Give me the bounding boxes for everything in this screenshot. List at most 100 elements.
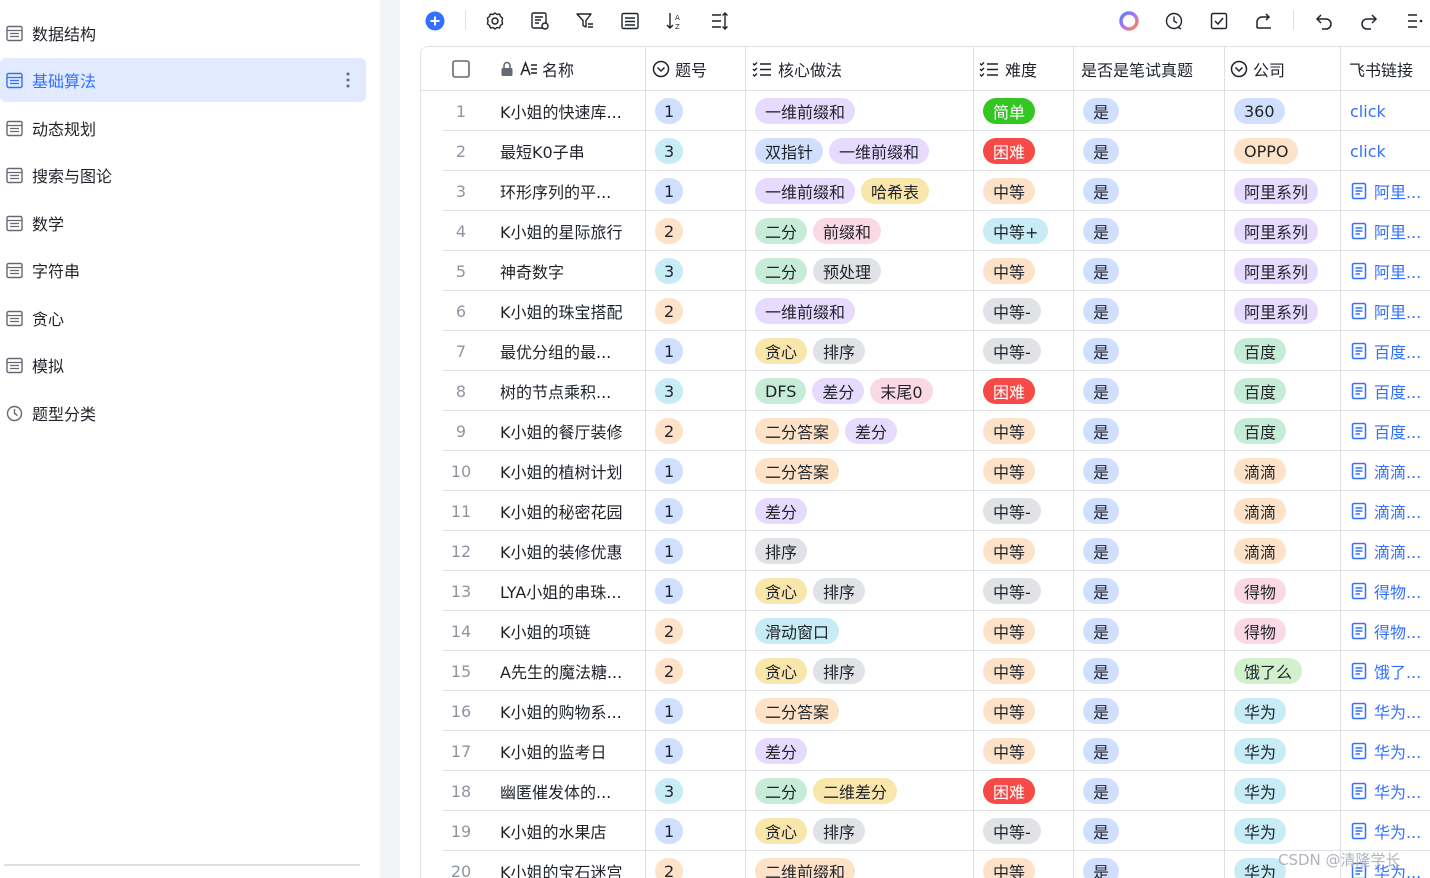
- sidebar-scrollbar[interactable]: [4, 864, 360, 866]
- cell-name[interactable]: K小姐的水果店: [500, 811, 640, 851]
- sidebar-item[interactable]: 模拟: [0, 343, 366, 387]
- cell-company[interactable]: 得物: [1234, 611, 1338, 651]
- cell-exam[interactable]: 是: [1083, 731, 1221, 771]
- cell-difficulty[interactable]: 中等: [983, 171, 1071, 211]
- feishu-link[interactable]: 阿里...: [1350, 259, 1421, 283]
- cell-link[interactable]: 华为...: [1350, 771, 1430, 811]
- cell-link[interactable]: 华为...: [1350, 691, 1430, 731]
- feishu-link[interactable]: 华为...: [1350, 699, 1421, 723]
- cell-link[interactable]: 阿里...: [1350, 251, 1430, 291]
- cell-company[interactable]: 阿里系列: [1234, 251, 1338, 291]
- cell-number[interactable]: 2: [655, 411, 741, 451]
- cell-difficulty[interactable]: 中等: [983, 651, 1071, 691]
- cell-link[interactable]: 滴滴...: [1350, 491, 1430, 531]
- table-row[interactable]: 8 树的节点乘积... 3 DFS 差分 末尾0 困难 是 百度 百度...: [421, 371, 1430, 411]
- cell-company[interactable]: 华为: [1234, 771, 1338, 811]
- undo-icon[interactable]: [1312, 9, 1336, 33]
- cell-exam[interactable]: 是: [1083, 771, 1221, 811]
- cell-company[interactable]: 360: [1234, 91, 1338, 131]
- feishu-link[interactable]: 滴滴...: [1350, 539, 1421, 563]
- sidebar-item[interactable]: 基础算法: [0, 58, 366, 102]
- cell-company[interactable]: 阿里系列: [1234, 211, 1338, 251]
- cell-number[interactable]: 1: [655, 731, 741, 771]
- cell-company[interactable]: 百度: [1234, 371, 1338, 411]
- cell-number[interactable]: 3: [655, 771, 741, 811]
- column-header-company[interactable]: 公司: [1230, 47, 1340, 91]
- cell-name[interactable]: K小姐的宝石迷宫: [500, 851, 640, 878]
- cell-exam[interactable]: 是: [1083, 611, 1221, 651]
- cell-difficulty[interactable]: 中等-: [983, 811, 1071, 851]
- cell-exam[interactable]: 是: [1083, 171, 1221, 211]
- cell-company[interactable]: 华为: [1234, 691, 1338, 731]
- cell-name[interactable]: K小姐的监考日: [500, 731, 640, 771]
- cell-link[interactable]: 得物...: [1350, 571, 1430, 611]
- cell-number[interactable]: 1: [655, 491, 741, 531]
- feishu-link[interactable]: 百度...: [1350, 339, 1421, 363]
- table-row[interactable]: 18 幽匿催发体的... 3 二分 二维差分 困难是华为 华为...: [421, 771, 1430, 811]
- sort-icon[interactable]: AZ: [663, 9, 687, 33]
- cell-method[interactable]: 贪心 排序: [755, 331, 971, 371]
- feishu-link[interactable]: 阿里...: [1350, 179, 1421, 203]
- checklist-icon[interactable]: [1207, 9, 1231, 33]
- cell-name[interactable]: 神奇数字: [500, 251, 640, 291]
- cell-method[interactable]: 二分答案: [755, 691, 971, 731]
- cell-difficulty[interactable]: 中等: [983, 851, 1071, 878]
- feishu-link[interactable]: click: [1350, 102, 1386, 121]
- feishu-link[interactable]: 华为...: [1350, 779, 1421, 803]
- table-row[interactable]: 12 K小姐的装修优惠 1 排序 中等 是 滴滴 滴滴...: [421, 531, 1430, 571]
- sidebar-item[interactable]: 数据结构: [0, 11, 366, 55]
- ai-icon[interactable]: [1117, 9, 1141, 33]
- cell-exam[interactable]: 是: [1083, 811, 1221, 851]
- cell-company[interactable]: 华为: [1234, 811, 1338, 851]
- cell-method[interactable]: 二分 二维差分: [755, 771, 971, 811]
- cell-name[interactable]: 最优分组的最...: [500, 331, 640, 371]
- cell-link[interactable]: 百度...: [1350, 331, 1430, 371]
- cell-method[interactable]: 二分 前缀和: [755, 211, 971, 251]
- cell-number[interactable]: 2: [655, 291, 741, 331]
- column-header-link[interactable]: 飞书链接: [1349, 47, 1430, 91]
- cell-link[interactable]: 滴滴...: [1350, 451, 1430, 491]
- table-row[interactable]: 6 K小姐的珠宝搭配 2 一维前缀和 中等- 是 阿里系列 阿里...: [421, 291, 1430, 331]
- cell-exam[interactable]: 是: [1083, 571, 1221, 611]
- cell-difficulty[interactable]: 中等: [983, 411, 1071, 451]
- cell-method[interactable]: 贪心 排序: [755, 811, 971, 851]
- feishu-link[interactable]: click: [1350, 142, 1386, 161]
- group-icon[interactable]: [618, 9, 642, 33]
- cell-difficulty[interactable]: 中等: [983, 451, 1071, 491]
- cell-name[interactable]: K小姐的星际旅行: [500, 211, 640, 251]
- feishu-link[interactable]: 阿里...: [1350, 219, 1421, 243]
- column-header-method[interactable]: 核心做法: [752, 47, 972, 91]
- sidebar-item[interactable]: 贪心: [0, 296, 366, 340]
- cell-name[interactable]: K小姐的装修优惠: [500, 531, 640, 571]
- table-row[interactable]: 3 环形序列的平... 1 一维前缀和 哈希表 中等是阿里系列 阿里...: [421, 171, 1430, 211]
- cell-company[interactable]: 阿里系列: [1234, 291, 1338, 331]
- cell-number[interactable]: 1: [655, 91, 741, 131]
- cell-link[interactable]: 滴滴...: [1350, 531, 1430, 571]
- cell-number[interactable]: 1: [655, 811, 741, 851]
- cell-method[interactable]: 差分: [755, 491, 971, 531]
- cell-company[interactable]: 滴滴: [1234, 451, 1338, 491]
- table-row[interactable]: 17 K小姐的监考日 1 差分 中等 是 华为 华为...: [421, 731, 1430, 771]
- table-row[interactable]: 7 最优分组的最... 1 贪心 排序 中等- 是百度 百度...: [421, 331, 1430, 371]
- row-height-icon[interactable]: [708, 9, 732, 33]
- share-icon[interactable]: [1252, 9, 1276, 33]
- feishu-link[interactable]: 得物...: [1350, 579, 1421, 603]
- cell-name[interactable]: K小姐的秘密花园: [500, 491, 640, 531]
- cell-exam[interactable]: 是: [1083, 491, 1221, 531]
- cell-link[interactable]: 百度...: [1350, 411, 1430, 451]
- cell-exam[interactable]: 是: [1083, 691, 1221, 731]
- sidebar-item[interactable]: 搜索与图论: [0, 153, 366, 197]
- cell-company[interactable]: 百度: [1234, 331, 1338, 371]
- cell-method[interactable]: 双指针 一维前缀和: [755, 131, 971, 171]
- cell-company[interactable]: 得物: [1234, 571, 1338, 611]
- column-header-difficulty[interactable]: 难度: [979, 47, 1079, 91]
- cell-link[interactable]: 华为...: [1350, 811, 1430, 851]
- cell-difficulty[interactable]: 简单: [983, 91, 1071, 131]
- cell-difficulty[interactable]: 困难: [983, 771, 1071, 811]
- cell-method[interactable]: DFS 差分 末尾0: [755, 371, 971, 411]
- cell-method[interactable]: 二分答案: [755, 451, 971, 491]
- feishu-link[interactable]: 华为...: [1350, 819, 1421, 843]
- cell-exam[interactable]: 是: [1083, 131, 1221, 171]
- cell-name[interactable]: K小姐的项链: [500, 611, 640, 651]
- cell-number[interactable]: 1: [655, 571, 741, 611]
